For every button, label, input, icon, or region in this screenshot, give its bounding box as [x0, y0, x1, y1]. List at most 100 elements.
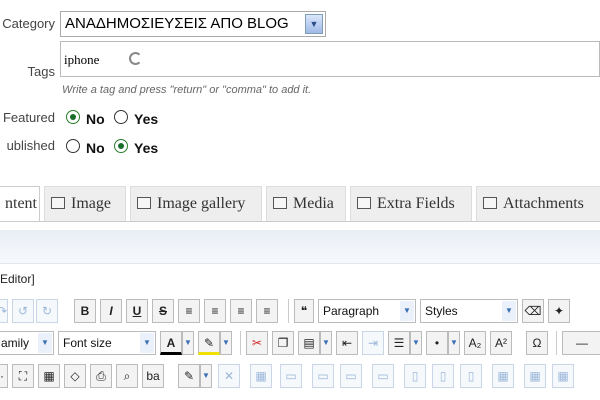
replace-icon[interactable]: ba: [142, 364, 164, 388]
chevron-down-icon[interactable]: ▼: [220, 331, 232, 355]
chevron-down-icon[interactable]: ▼: [305, 14, 323, 34]
subscript-icon[interactable]: A₂: [464, 331, 486, 355]
tab-content[interactable]: ntent: [0, 186, 40, 221]
table-col-before-icon[interactable]: ▯: [404, 364, 426, 388]
tags-input[interactable]: iphone: [60, 41, 600, 77]
preview-icon[interactable]: ▦: [38, 364, 60, 388]
editor-toolbar-row-3: · ⛶ ▦ ◇ ⎙ ⌕ ba ✎ ▼ ✕ ▦ ▭ ▭ ▭ ▭ ▯ ▯ ▯ ▦ ▦…: [0, 364, 600, 394]
table-icon[interactable]: ▦: [250, 364, 272, 388]
published-yes-radio[interactable]: [114, 139, 128, 153]
styles-select-value: Styles: [425, 304, 458, 318]
font-size-select[interactable]: Font size ▼: [58, 331, 156, 355]
charmap-icon[interactable]: Ω: [526, 331, 548, 355]
table-props-icon[interactable]: ▦: [492, 364, 514, 388]
top-cut-text-row: [0, 0, 600, 8]
tab-media-label: Media: [293, 195, 334, 212]
featured-yes-radio[interactable]: [114, 110, 128, 124]
table-delete-col-icon[interactable]: ▯: [460, 364, 482, 388]
chevron-down-icon[interactable]: ▼: [320, 331, 332, 355]
featured-yes-label: Yes: [134, 111, 159, 127]
cut-icon[interactable]: ✂: [246, 331, 268, 355]
redo-icon[interactable]: ↻: [36, 299, 58, 323]
redo-partial-button[interactable]: ↷: [0, 299, 8, 323]
align-right-icon[interactable]: ≡: [256, 299, 278, 323]
chevron-down-icon[interactable]: ▼: [502, 301, 516, 321]
bold-button[interactable]: B: [74, 299, 96, 323]
horizontal-rule-icon[interactable]: —: [562, 331, 600, 355]
remove-format-icon[interactable]: ✕: [218, 364, 240, 388]
camera-icon: [137, 197, 151, 209]
ordered-list-icon[interactable]: ☰: [388, 331, 410, 355]
paste-icon[interactable]: ▤: [298, 331, 320, 355]
fullscreen-icon[interactable]: ⛶: [12, 364, 34, 388]
edit-icon[interactable]: ✎: [178, 364, 200, 388]
tags-hint: Write a tag and press "return" or "comma…: [62, 84, 312, 96]
strikethrough-button[interactable]: S: [152, 299, 174, 323]
chevron-down-icon[interactable]: ▼: [140, 333, 154, 353]
html-source-icon[interactable]: ◇: [64, 364, 86, 388]
undo-icon[interactable]: ↺: [12, 299, 34, 323]
chevron-down-icon[interactable]: ▼: [400, 301, 414, 321]
table-row-before-icon[interactable]: ▭: [312, 364, 334, 388]
paragraph-select[interactable]: Paragraph ▼: [318, 299, 416, 323]
outdent-icon[interactable]: ⇤: [336, 331, 358, 355]
cleanup-broom-icon[interactable]: ✦: [548, 299, 570, 323]
chevron-down-icon[interactable]: ▼: [448, 331, 460, 355]
featured-no-radio[interactable]: [66, 110, 80, 124]
align-center-icon[interactable]: ≡: [204, 299, 226, 323]
text-color-icon[interactable]: A: [160, 331, 182, 355]
tab-image[interactable]: Image: [44, 186, 126, 221]
underline-button[interactable]: U: [126, 299, 148, 323]
category-value: ΑΝΑΔΗΜΟΣΙΕΥΣΕΙΣ ΑΠΟ BLOG: [65, 15, 289, 32]
blockquote-icon[interactable]: ❝: [294, 299, 314, 323]
loading-spinner-icon: [129, 52, 142, 65]
styles-select[interactable]: Styles ▼: [420, 299, 518, 323]
tab-image-gallery[interactable]: Image gallery: [130, 186, 262, 221]
table-cell-icon[interactable]: ▦: [524, 364, 546, 388]
film-icon: [273, 197, 287, 209]
partial-icon[interactable]: ·: [0, 364, 8, 388]
tags-label: Tags: [27, 64, 55, 79]
editor-label: Editor]: [0, 272, 35, 286]
highlight-color-icon[interactable]: ✎: [198, 331, 220, 355]
table-row-icon[interactable]: ▭: [280, 364, 302, 388]
toolbar-separator: [240, 331, 241, 355]
find-binoculars-icon[interactable]: ⌕: [116, 364, 138, 388]
published-no-radio[interactable]: [66, 139, 80, 153]
toolbar-separator: [556, 331, 557, 355]
tab-attachments-label: Attachments: [503, 195, 584, 212]
print-icon[interactable]: ⎙: [90, 364, 112, 388]
chevron-down-icon[interactable]: ▼: [410, 331, 422, 355]
featured-no-label: No: [86, 111, 105, 127]
category-select[interactable]: ΑΝΑΔΗΜΟΣΙΕΥΣΕΙΣ ΑΠΟ BLOG ▼: [60, 11, 326, 37]
table-merge-icon[interactable]: ▦: [552, 364, 574, 388]
table-col-after-icon[interactable]: ▯: [432, 364, 454, 388]
superscript-icon[interactable]: A²: [490, 331, 512, 355]
italic-button[interactable]: I: [100, 299, 122, 323]
tag-item[interactable]: iphone: [64, 52, 99, 68]
tab-extra-fields[interactable]: Extra Fields: [350, 186, 472, 221]
paperclip-icon: [483, 197, 497, 209]
tab-media[interactable]: Media: [266, 186, 346, 221]
featured-label: Featured: [2, 110, 55, 125]
published-label: ublished: [6, 138, 55, 153]
bullet-list-icon[interactable]: •: [426, 331, 448, 355]
chevron-down-icon[interactable]: ▼: [200, 364, 212, 388]
tab-extra-fields-label: Extra Fields: [377, 195, 455, 212]
align-justify-icon[interactable]: ≡: [178, 299, 200, 323]
indent-icon[interactable]: ⇥: [362, 331, 384, 355]
chevron-down-icon[interactable]: ▼: [182, 331, 194, 355]
item-tabs: ntent Image Image gallery Media Extra Fi…: [0, 186, 600, 222]
published-no-label: No: [86, 140, 105, 156]
eraser-icon[interactable]: ⌫: [522, 299, 544, 323]
tab-attachments[interactable]: Attachments: [476, 186, 600, 221]
tab-content-label: ntent: [5, 195, 37, 212]
copy-icon[interactable]: ❐: [272, 331, 294, 355]
table-delete-row-icon[interactable]: ▭: [372, 364, 394, 388]
tab-image-label: Image: [71, 195, 111, 212]
font-family-select[interactable]: amily ▼: [0, 331, 54, 355]
align-left-icon[interactable]: ≡: [230, 299, 252, 323]
chevron-down-icon[interactable]: ▼: [38, 333, 52, 353]
font-family-select-value: amily: [1, 336, 30, 350]
table-row-after-icon[interactable]: ▭: [340, 364, 362, 388]
